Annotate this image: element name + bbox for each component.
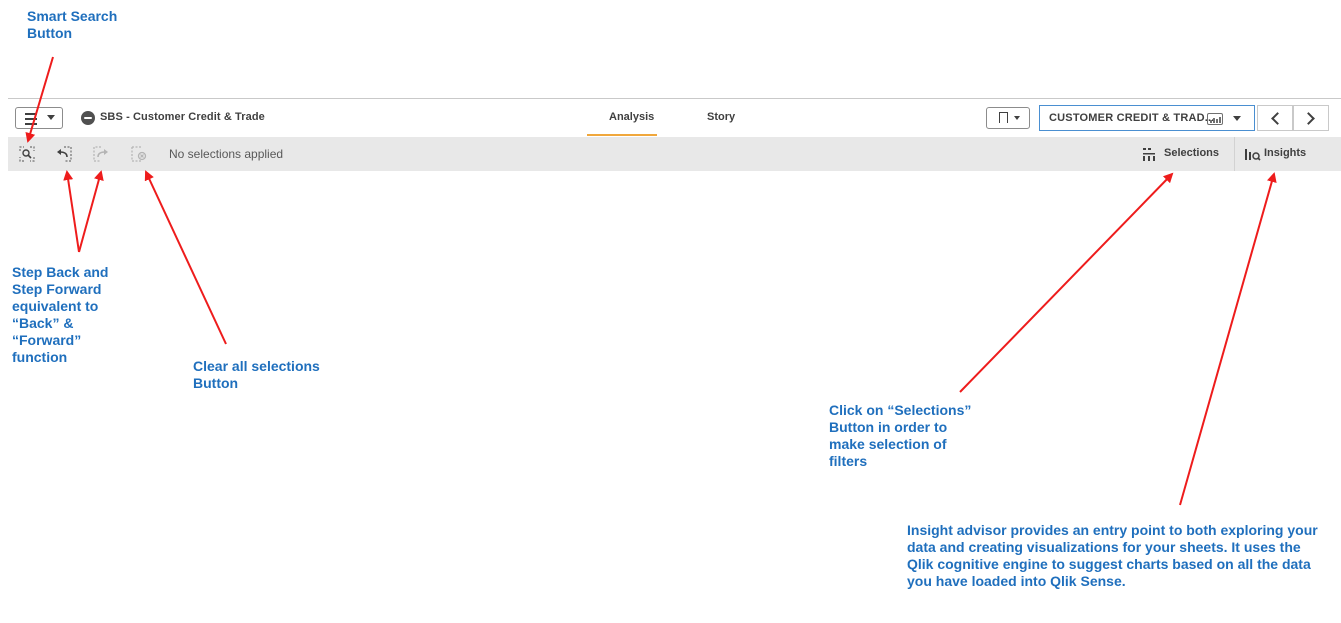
- step-back-icon: [57, 146, 72, 162]
- step-back-button[interactable]: [56, 146, 72, 162]
- hamburger-icon: [25, 113, 37, 128]
- sheet-name: CUSTOMER CREDIT & TRAD...: [1049, 112, 1215, 124]
- arrow-clear-all: [144, 170, 227, 345]
- arrow-insights: [1179, 172, 1277, 506]
- app-icon: [81, 111, 95, 125]
- divider: [1234, 137, 1235, 171]
- step-forward-icon: [93, 146, 108, 162]
- clear-selections-icon: [131, 146, 147, 162]
- insights-label: Insights: [1264, 147, 1307, 159]
- next-sheet-button[interactable]: [1293, 105, 1329, 131]
- arrow-selections: [959, 172, 1174, 393]
- selections-bar: No selections applied Selections Insight…: [8, 137, 1341, 171]
- tab-story[interactable]: Story: [707, 111, 735, 123]
- annotation-smart-search: Smart Search Button: [27, 8, 118, 41]
- previous-sheet-button[interactable]: [1257, 105, 1293, 131]
- caret-down-icon: [1014, 116, 1020, 120]
- chevron-left-icon: [1271, 112, 1284, 125]
- caret-down-icon: [1233, 116, 1241, 121]
- bookmark-icon: [999, 112, 1008, 124]
- arrow-step-forward: [78, 170, 104, 253]
- app-title: SBS - Customer Credit & Trade: [100, 111, 265, 123]
- caret-down-icon: [47, 115, 55, 120]
- sheet-selector[interactable]: CUSTOMER CREDIT & TRAD...: [1039, 105, 1255, 131]
- chevron-right-icon: [1302, 112, 1315, 125]
- selections-icon: [1143, 148, 1155, 161]
- insights-icon: [1245, 149, 1261, 161]
- step-forward-button[interactable]: [93, 146, 109, 162]
- sheet-icon: [1207, 113, 1223, 125]
- annotation-step-back-forward: Step Back and Step Forward equivalent to…: [12, 264, 109, 365]
- tab-analysis[interactable]: Analysis: [609, 111, 654, 123]
- app-toolbar: SBS - Customer Credit & Trade Analysis S…: [8, 99, 1341, 138]
- selection-status: No selections applied: [169, 147, 284, 161]
- global-menu-button[interactable]: [15, 107, 63, 129]
- active-tab-indicator: [587, 134, 657, 136]
- clear-all-selections-button[interactable]: [131, 146, 147, 162]
- bookmark-button[interactable]: [986, 107, 1030, 129]
- annotation-selections: Click on “Selections” Button in order to…: [829, 402, 972, 469]
- selections-label: Selections: [1164, 147, 1220, 159]
- smart-search-icon: [19, 146, 35, 162]
- smart-search-button[interactable]: [19, 146, 35, 162]
- arrow-step-back: [63, 170, 80, 253]
- annotation-clear-all: Clear all selections Button: [193, 358, 320, 391]
- annotation-insights: Insight advisor provides an entry point …: [907, 522, 1318, 589]
